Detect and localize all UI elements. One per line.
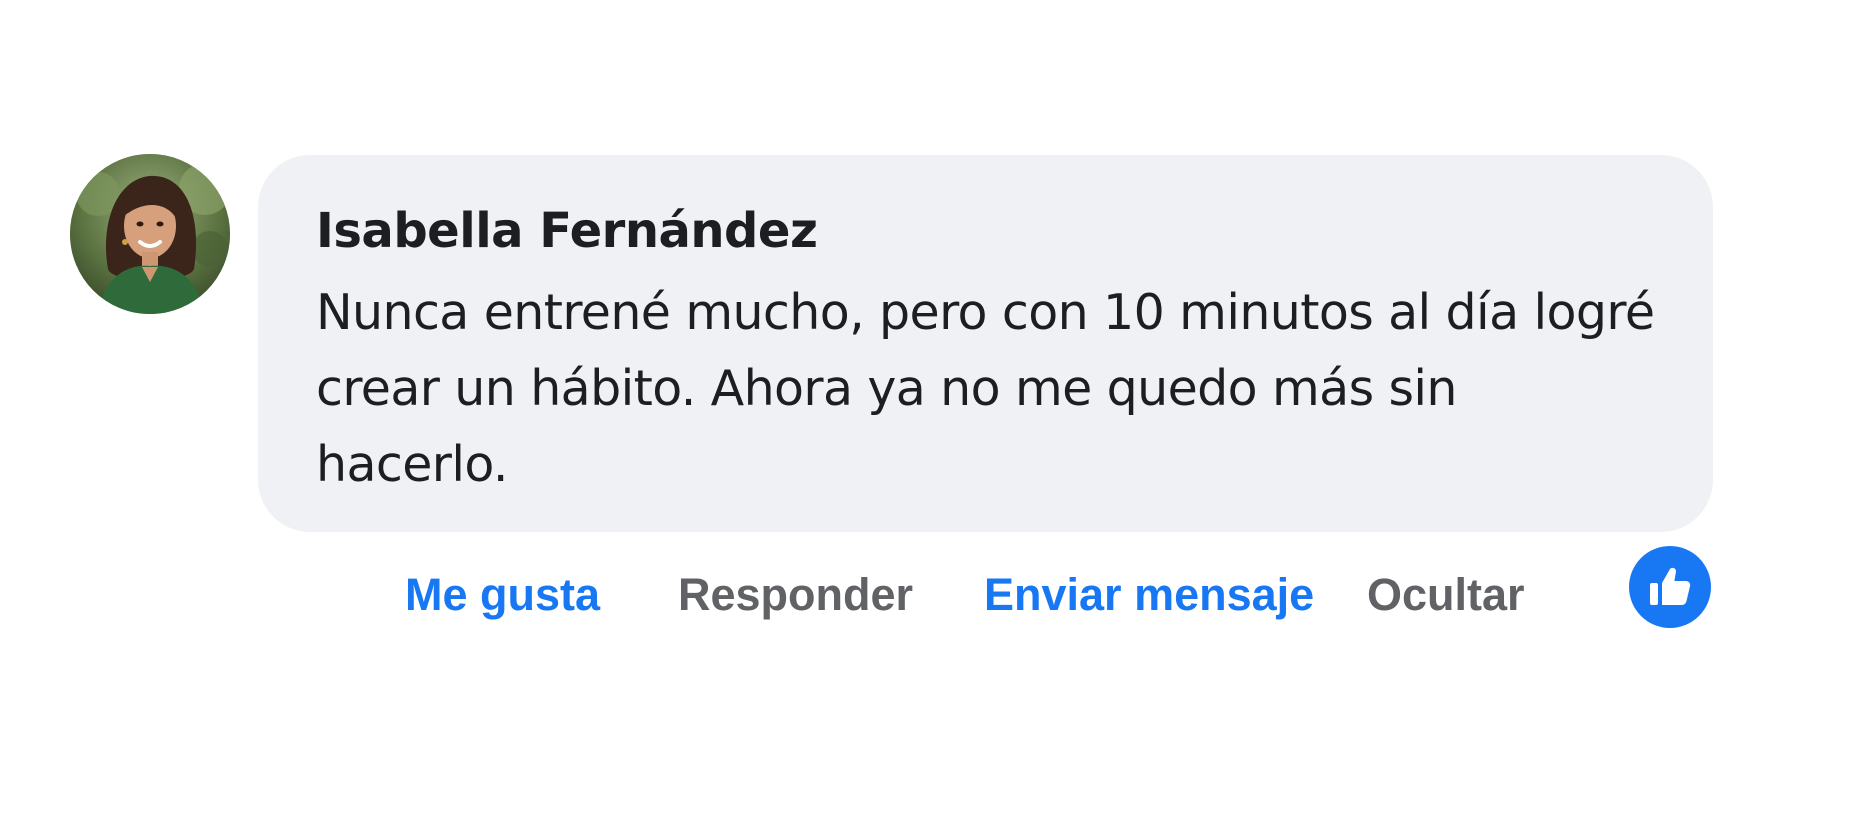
comment-bubble: Isabella Fernández Nunca entrené mucho, … [258, 155, 1713, 532]
comment-text: Nunca entrené mucho, pero con 10 minutos… [316, 284, 1655, 493]
reply-button[interactable]: Responder [678, 565, 913, 625]
avatar-photo-icon [70, 154, 230, 314]
like-button[interactable]: Me gusta [405, 565, 600, 625]
like-reaction-badge[interactable] [1629, 546, 1711, 628]
thumbs-up-icon [1650, 567, 1691, 605]
avatar[interactable] [70, 154, 230, 314]
comment: Isabella Fernández Nunca entrené mucho, … [0, 0, 1873, 840]
comment-author[interactable]: Isabella Fernández [316, 201, 1713, 261]
send-message-button[interactable]: Enviar mensaje [984, 565, 1314, 625]
hide-button[interactable]: Ocultar [1367, 565, 1525, 625]
